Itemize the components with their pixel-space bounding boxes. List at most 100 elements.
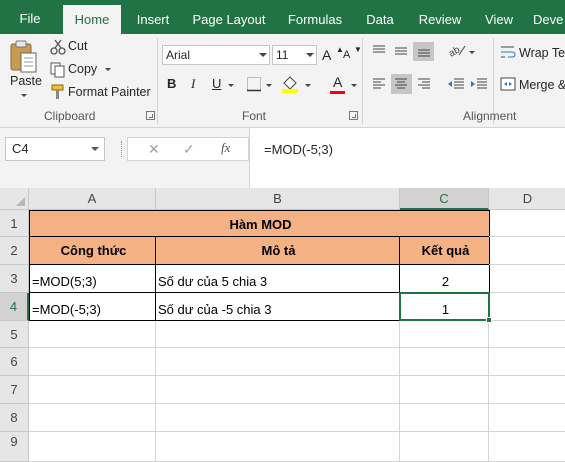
empty-cell[interactable] xyxy=(489,293,565,321)
copy-dropdown-arrow[interactable] xyxy=(105,68,111,71)
empty-cell[interactable] xyxy=(400,432,489,462)
merge-center-button[interactable]: Merge & xyxy=(519,78,565,92)
chevron-down-icon xyxy=(259,53,267,57)
empty-cell[interactable] xyxy=(156,432,400,462)
row-header-9[interactable]: 9 xyxy=(0,432,29,462)
formula-text: =MOD(-5;3) xyxy=(264,142,333,157)
tab-page-layout[interactable]: Page Layout xyxy=(188,5,270,34)
empty-cell[interactable] xyxy=(29,348,156,376)
paste-icon[interactable] xyxy=(8,40,38,74)
fill-color-dropdown-arrow[interactable] xyxy=(305,84,311,87)
shrink-font-button[interactable]: A xyxy=(343,49,350,61)
empty-cell[interactable] xyxy=(400,376,489,404)
select-all-corner[interactable] xyxy=(0,188,29,210)
bold-button[interactable]: B xyxy=(167,76,176,91)
cell-b2-header[interactable]: Mô tả xyxy=(156,237,400,265)
name-box[interactable]: C4 xyxy=(5,137,105,161)
tab-developer[interactable]: Deve xyxy=(533,5,565,34)
cell-a3[interactable]: =MOD(5;3) xyxy=(29,265,156,293)
font-dialog-launcher[interactable] xyxy=(349,111,358,120)
align-right-icon[interactable] xyxy=(416,77,432,91)
empty-cell[interactable] xyxy=(489,321,565,348)
row-header-4[interactable]: 4 xyxy=(0,293,29,321)
empty-cell[interactable] xyxy=(489,404,565,432)
empty-cell[interactable] xyxy=(29,321,156,348)
align-middle-icon[interactable] xyxy=(393,44,409,58)
font-color-swatch xyxy=(330,91,345,94)
tab-data[interactable]: Data xyxy=(359,5,401,34)
column-header-d[interactable]: D xyxy=(489,188,565,210)
empty-cell[interactable] xyxy=(29,404,156,432)
orientation-dropdown-arrow[interactable] xyxy=(469,51,475,54)
row-header-5[interactable]: 5 xyxy=(0,321,29,348)
borders-dropdown-arrow[interactable] xyxy=(266,84,272,87)
empty-cell[interactable] xyxy=(489,348,565,376)
cut-button[interactable]: Cut xyxy=(68,39,87,53)
align-top-icon[interactable] xyxy=(371,44,387,58)
empty-cell[interactable] xyxy=(400,321,489,348)
tab-file[interactable]: File xyxy=(0,0,60,34)
cell-a4[interactable]: =MOD(-5;3) xyxy=(29,293,156,321)
row-header-2[interactable]: 2 xyxy=(0,237,29,265)
empty-cell[interactable] xyxy=(489,265,565,293)
empty-cell[interactable] xyxy=(156,404,400,432)
empty-cell[interactable] xyxy=(29,376,156,404)
increase-indent-icon[interactable] xyxy=(470,77,488,91)
row-header-6[interactable]: 6 xyxy=(0,348,29,376)
enter-icon[interactable]: ✓ xyxy=(183,141,195,158)
insert-function-icon[interactable]: fx xyxy=(221,140,230,156)
borders-icon[interactable] xyxy=(246,76,262,92)
font-color-button[interactable]: A xyxy=(333,74,342,90)
font-name-combo[interactable]: Arial xyxy=(162,45,270,65)
tab-review[interactable]: Review xyxy=(411,5,469,34)
tab-insert[interactable]: Insert xyxy=(129,5,177,34)
font-size-combo[interactable]: 11 xyxy=(272,45,317,65)
clipboard-dialog-launcher[interactable] xyxy=(146,111,155,120)
empty-cell[interactable] xyxy=(156,376,400,404)
cell-c3[interactable]: 2 xyxy=(400,265,490,293)
empty-cell[interactable] xyxy=(29,432,156,462)
column-header-b[interactable]: B xyxy=(156,188,400,210)
cell-a2-header[interactable]: Công thức xyxy=(29,237,156,265)
fill-handle[interactable] xyxy=(486,317,492,323)
cell-a1-title[interactable]: Hàm MOD xyxy=(29,210,490,237)
italic-button[interactable]: I xyxy=(191,76,195,92)
cell-c2-header[interactable]: Kết quả xyxy=(400,237,490,265)
cell-b4[interactable]: Số dư của -5 chia 3 xyxy=(156,293,400,321)
decrease-indent-icon[interactable] xyxy=(447,77,465,91)
formula-input[interactable]: =MOD(-5;3) xyxy=(249,128,565,188)
row-header-3[interactable]: 3 xyxy=(0,265,29,293)
tab-home[interactable]: Home xyxy=(63,5,121,34)
empty-cell[interactable] xyxy=(489,210,565,237)
empty-cell[interactable] xyxy=(156,321,400,348)
row-header-7[interactable]: 7 xyxy=(0,376,29,404)
cell-b3[interactable]: Số dư của 5 chia 3 xyxy=(156,265,400,293)
row-header-8[interactable]: 8 xyxy=(0,404,29,432)
cancel-icon[interactable]: ✕ xyxy=(148,141,160,158)
align-left-icon[interactable] xyxy=(371,77,387,91)
empty-cell[interactable] xyxy=(400,404,489,432)
column-header-a[interactable]: A xyxy=(29,188,156,210)
underline-dropdown-arrow[interactable] xyxy=(228,84,234,87)
empty-cell[interactable] xyxy=(400,348,489,376)
tab-formulas[interactable]: Formulas xyxy=(282,5,348,34)
empty-cell[interactable] xyxy=(156,348,400,376)
row-header-1[interactable]: 1 xyxy=(0,210,29,237)
column-header-c[interactable]: C xyxy=(400,188,489,210)
paste-button[interactable]: Paste xyxy=(10,74,42,88)
underline-button[interactable]: U xyxy=(212,76,221,91)
paste-dropdown-arrow[interactable] xyxy=(21,94,27,97)
format-painter-button[interactable]: Format Painter xyxy=(68,85,151,99)
copy-button[interactable]: Copy xyxy=(68,62,97,76)
empty-cell[interactable] xyxy=(489,376,565,404)
empty-cell[interactable] xyxy=(489,432,565,462)
empty-cell[interactable] xyxy=(489,237,565,265)
grow-font-button[interactable]: A xyxy=(322,47,331,63)
fill-color-icon[interactable] xyxy=(281,75,299,93)
font-color-dropdown-arrow[interactable] xyxy=(351,84,357,87)
cell-c4[interactable]: 1 xyxy=(400,293,490,321)
orientation-icon[interactable]: ab xyxy=(447,42,467,58)
tab-view[interactable]: View xyxy=(478,5,520,34)
formula-bar-grip[interactable] xyxy=(121,141,123,157)
wrap-text-button[interactable]: Wrap Tex xyxy=(519,46,565,60)
